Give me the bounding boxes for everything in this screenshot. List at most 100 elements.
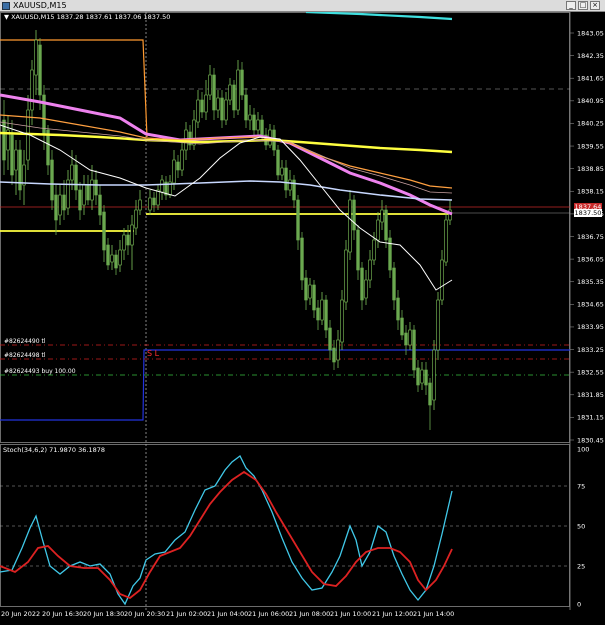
- close-button[interactable]: ×: [590, 1, 600, 10]
- chart-window-icon: [2, 2, 10, 10]
- candle-body: [58, 194, 62, 216]
- candle-body: [122, 234, 126, 251]
- candle-body: [10, 134, 14, 176]
- symbol-info-line: ▼ XAUUSD,M15 1837.28 1837.61 1837.06 183…: [4, 13, 171, 21]
- price-axis-label: 1833.95: [577, 323, 604, 331]
- price-axis-label: 1836.75: [577, 233, 604, 241]
- price-axis-label: 1832.55: [577, 368, 604, 376]
- candle-body: [134, 209, 138, 229]
- candle-body: [156, 189, 160, 206]
- candle-body: [248, 114, 252, 121]
- time-label-7: 21 Jun 08:00: [289, 610, 331, 618]
- candle-body: [408, 329, 412, 346]
- price-axis-label: 1833.25: [577, 346, 604, 354]
- candle-body: [376, 219, 380, 241]
- candle-body: [244, 94, 248, 121]
- candle-body: [74, 164, 78, 191]
- candle-body: [126, 234, 130, 246]
- candle-body: [22, 164, 26, 186]
- window-titlebar[interactable]: XAUUSD,M15 _ □ ×: [0, 0, 605, 12]
- candle-body: [90, 179, 94, 201]
- stoch-axis-label: 75: [577, 482, 585, 490]
- candle-body: [280, 167, 284, 176]
- candle-body: [324, 299, 328, 331]
- candle-body: [196, 99, 200, 123]
- candle-body: [320, 299, 324, 321]
- candle-body: [352, 199, 356, 231]
- maximize-button[interactable]: □: [578, 1, 588, 10]
- candle-body: [420, 369, 424, 384]
- candle-body: [78, 189, 82, 211]
- candle-body: [432, 349, 436, 401]
- stoch-axis-label: 0: [577, 600, 581, 608]
- yellow-ma-line: [0, 131, 453, 154]
- candle-body: [30, 69, 34, 111]
- time-label-2: 20 Jun 18:30: [83, 610, 125, 618]
- candle-body: [412, 329, 416, 371]
- candle-body: [328, 327, 332, 351]
- candle-body: [240, 69, 244, 96]
- candle-body: [70, 164, 74, 181]
- candle-body: [34, 39, 38, 76]
- candle-body: [110, 254, 114, 263]
- chart-canvas[interactable]: 1843.05 1842.35 1841.65 1840.95 1840.25 1839.…: [0, 12, 605, 625]
- candle-body: [396, 297, 400, 321]
- main-chart-frame: [0, 12, 570, 443]
- order-label-1[interactable]: #82624490 tl: [4, 338, 46, 345]
- cyan-ma-line: [305, 12, 453, 21]
- candle-body: [380, 209, 384, 223]
- price-axis-label: 1831.15: [577, 414, 604, 422]
- price-axis-label: 1831.85: [577, 391, 604, 399]
- time-label-0: 20 Jun 2022: [1, 610, 41, 618]
- candle-body: [368, 259, 372, 281]
- candle-body: [308, 284, 312, 299]
- candle-body: [204, 94, 208, 113]
- candle-body: [388, 237, 392, 271]
- stop-loss-label: S L: [147, 349, 160, 358]
- candle-body: [106, 244, 110, 266]
- candle-body: [232, 84, 236, 111]
- candle-body: [336, 339, 340, 361]
- price-axis-label: 1835.35: [577, 278, 604, 286]
- candle-body: [424, 369, 428, 386]
- candle-body: [160, 179, 164, 193]
- candle-body: [392, 267, 396, 301]
- price-axis-label: 1830.45: [577, 436, 604, 444]
- candle-body: [360, 267, 364, 301]
- candle-body: [54, 194, 58, 221]
- window-title: XAUUSD,M15: [13, 1, 67, 10]
- stoch-axis-label: 100: [577, 445, 589, 453]
- candle-body: [38, 44, 42, 96]
- order-label-2[interactable]: #82624498 tl: [4, 352, 46, 359]
- stoch-indicator-label: Stoch(34,6,2) 71.9870 36.1878: [3, 446, 105, 454]
- candle-body: [118, 249, 122, 266]
- candle-body: [384, 209, 388, 241]
- candle-body: [102, 211, 106, 251]
- price-axis-label: 1836.05: [577, 255, 604, 263]
- price-axis-label: 1839.55: [577, 142, 604, 150]
- minimize-button[interactable]: _: [566, 1, 576, 10]
- candle-body: [180, 149, 184, 171]
- candle-body: [172, 159, 176, 184]
- stoch-axis-label: 25: [577, 562, 585, 570]
- stoch-main-line: [0, 455, 453, 606]
- candle-body: [260, 119, 264, 136]
- candle-body: [312, 284, 316, 311]
- candle-body: [252, 114, 256, 131]
- price-axis-label: 1840.25: [577, 120, 604, 128]
- candle-body: [42, 94, 46, 136]
- candle-body: [14, 149, 18, 171]
- stoch-axis-label: 50: [577, 522, 585, 530]
- candle-body: [444, 219, 448, 263]
- time-label-4: 21 Jun 02:00: [166, 610, 208, 618]
- candle-body: [364, 279, 368, 299]
- blue-box-line: [0, 349, 570, 421]
- candle-body: [256, 119, 260, 131]
- candle-body: [276, 149, 280, 176]
- price-axis-label: 1842.35: [577, 52, 604, 60]
- time-label-10: 21 Jun 14:00: [413, 610, 455, 618]
- candle-body: [138, 199, 142, 211]
- candle-body: [212, 74, 216, 111]
- order-label-buy[interactable]: #82624493 buy 100.00: [4, 368, 76, 375]
- current-price-badge: 1837.50: [574, 209, 602, 217]
